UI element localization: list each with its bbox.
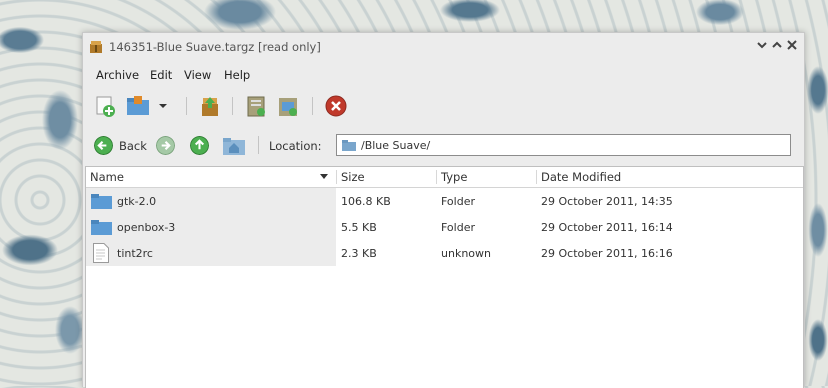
folder-icon <box>91 220 112 235</box>
sort-descending-icon <box>320 174 328 179</box>
back-button[interactable]: Back <box>94 135 148 157</box>
dropdown-arrow-icon <box>159 104 167 108</box>
arrow-right-icon <box>156 136 175 155</box>
archive-manager-window: 146351-Blue Suave.targz [read only] Arch… <box>82 32 805 388</box>
new-archive-icon <box>96 96 115 117</box>
open-archive-icon <box>127 96 149 115</box>
location-label: Location: <box>269 139 322 153</box>
location-value: /Blue Suave/ <box>361 139 431 152</box>
chevron-down-icon <box>757 42 767 49</box>
file-type: unknown <box>441 247 491 260</box>
file-size: 5.5 KB <box>341 221 377 234</box>
table-row[interactable]: openbox-3 5.5 KB Folder 29 October 2011,… <box>86 214 803 240</box>
open-archive-button[interactable] <box>126 94 150 118</box>
home-button[interactable] <box>223 135 245 157</box>
file-list[interactable]: Name Size Type Date Modified gtk-2.0 106… <box>85 166 804 388</box>
home-folder-icon <box>223 138 245 155</box>
up-button[interactable] <box>190 135 210 157</box>
file-type: Folder <box>441 221 475 234</box>
file-date: 29 October 2011, 16:16 <box>541 247 673 260</box>
column-name-header[interactable]: Name <box>86 167 336 187</box>
stop-button[interactable] <box>324 94 348 118</box>
menu-bar: Archive Edit View Help <box>83 62 804 86</box>
open-recent-dropdown[interactable] <box>156 94 170 118</box>
add-folder-button[interactable] <box>276 94 300 118</box>
column-date-header[interactable]: Date Modified <box>537 167 803 187</box>
menu-help[interactable]: Help <box>224 68 250 82</box>
back-label: Back <box>119 139 147 153</box>
window-title: 146351-Blue Suave.targz [read only] <box>109 40 321 54</box>
file-size: 106.8 KB <box>341 195 391 208</box>
menu-view[interactable]: View <box>184 68 211 82</box>
file-name: tint2rc <box>117 247 153 260</box>
toolbar <box>83 89 804 123</box>
toolbar-separator <box>232 97 233 115</box>
add-files-icon <box>247 96 265 117</box>
arrow-up-icon <box>190 136 209 155</box>
toolbar-separator <box>312 97 313 115</box>
maximize-button[interactable] <box>770 39 784 53</box>
extract-icon <box>202 97 218 116</box>
close-button[interactable] <box>785 39 799 53</box>
toolbar-separator <box>186 97 187 115</box>
file-name: gtk-2.0 <box>117 195 157 208</box>
new-archive-button[interactable] <box>94 94 118 118</box>
file-date: 29 October 2011, 14:35 <box>541 195 673 208</box>
archive-icon <box>90 41 102 53</box>
toolbar-separator <box>258 136 259 154</box>
arrow-left-icon <box>94 136 113 155</box>
forward-button[interactable] <box>156 135 176 157</box>
stop-icon <box>325 95 347 117</box>
add-files-button[interactable] <box>244 94 268 118</box>
chevron-up-icon <box>772 41 782 48</box>
column-size-header[interactable]: Size <box>337 167 436 187</box>
location-bar: Back Location: /Blue Suave/ <box>83 131 804 161</box>
extract-button[interactable] <box>198 94 222 118</box>
close-icon <box>787 40 797 50</box>
table-row[interactable]: tint2rc 2.3 KB unknown 29 October 2011, … <box>86 240 803 266</box>
file-size: 2.3 KB <box>341 247 377 260</box>
menu-edit[interactable]: Edit <box>150 68 172 82</box>
column-type-header[interactable]: Type <box>437 167 536 187</box>
table-row[interactable]: gtk-2.0 106.8 KB Folder 29 October 2011,… <box>86 188 803 214</box>
title-bar[interactable]: 146351-Blue Suave.targz [read only] <box>83 33 804 61</box>
file-name: openbox-3 <box>117 221 176 234</box>
location-input[interactable]: /Blue Suave/ <box>336 134 791 156</box>
file-date: 29 October 2011, 16:14 <box>541 221 673 234</box>
minimize-button[interactable] <box>755 39 769 53</box>
list-header: Name Size Type Date Modified <box>86 167 803 188</box>
folder-icon <box>91 194 112 209</box>
file-type: Folder <box>441 195 475 208</box>
document-icon <box>93 243 109 263</box>
add-folder-icon <box>279 98 297 116</box>
menu-archive[interactable]: Archive <box>96 68 139 82</box>
folder-icon <box>342 140 356 151</box>
